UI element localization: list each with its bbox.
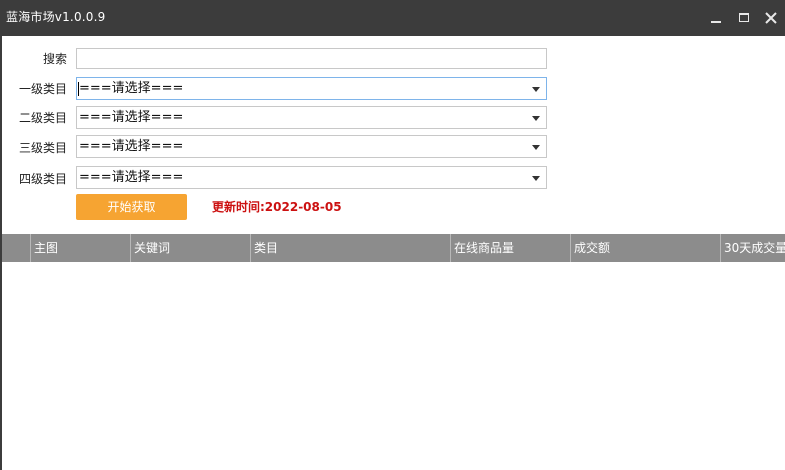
close-icon	[765, 12, 777, 24]
update-time-label: 更新时间:2022-08-05	[212, 200, 342, 214]
minimize-button[interactable]	[707, 9, 725, 27]
grid-column-header-category[interactable]: 类目	[251, 234, 451, 262]
title-bar[interactable]: 蓝海市场v1.0.0.9	[0, 0, 785, 36]
dropdown-arrow-icon[interactable]	[532, 87, 540, 92]
level3-category-value: ===请选择===	[79, 139, 184, 154]
level3-category-select[interactable]: ===请选择===	[76, 135, 547, 158]
grid-column-header-30day-volume[interactable]: 30天成交量	[721, 234, 785, 262]
grid-column-header-keyword[interactable]: 关键词	[131, 234, 251, 262]
window-title: 蓝海市场v1.0.0.9	[6, 10, 106, 24]
grid-column-header-main-image[interactable]: 主图	[31, 234, 131, 262]
maximize-button[interactable]	[735, 9, 753, 27]
grid-column-header-turnover[interactable]: 成交额	[571, 234, 721, 262]
level2-category-value: ===请选择===	[79, 110, 184, 125]
level1-category-value: ===请选择===	[79, 81, 184, 96]
grid-column-header-online-items[interactable]: 在线商品量	[451, 234, 571, 262]
start-fetch-button[interactable]: 开始获取	[76, 194, 187, 220]
level2-category-select[interactable]: ===请选择===	[76, 106, 547, 129]
maximize-icon	[739, 13, 749, 22]
level2-category-label: 二级类目	[18, 111, 67, 125]
dropdown-arrow-icon[interactable]	[532, 176, 540, 181]
grid-column-header-index[interactable]	[2, 234, 31, 262]
level1-category-select[interactable]: ===请选择===	[76, 77, 547, 100]
level4-category-value: ===请选择===	[79, 170, 184, 185]
minimize-icon	[711, 21, 721, 23]
search-input[interactable]	[76, 48, 547, 69]
dropdown-arrow-icon[interactable]	[532, 116, 540, 121]
level3-category-label: 三级类目	[18, 141, 67, 155]
grid-header: 主图 关键词 类目 在线商品量 成交额 30天成交量	[2, 234, 785, 262]
search-label: 搜索	[42, 52, 67, 66]
close-button[interactable]	[762, 9, 780, 27]
level4-category-label: 四级类目	[18, 172, 67, 186]
dropdown-arrow-icon[interactable]	[532, 145, 540, 150]
level4-category-select[interactable]: ===请选择===	[76, 166, 547, 189]
level1-category-label: 一级类目	[18, 82, 67, 96]
